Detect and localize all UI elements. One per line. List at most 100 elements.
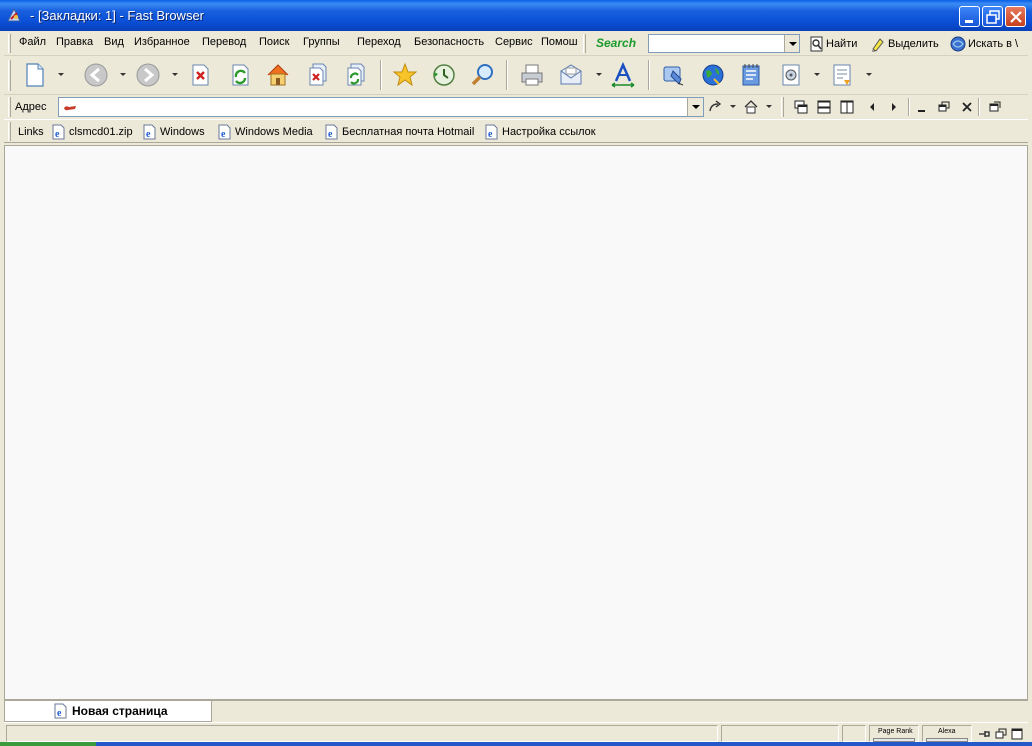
- search-in-label: Искать в \: [968, 38, 1019, 50]
- menu-go[interactable]: Переход: [357, 36, 401, 48]
- search-input[interactable]: [648, 34, 800, 53]
- refresh-icon: [232, 64, 249, 86]
- minimize-button[interactable]: [959, 6, 980, 27]
- page-properties-dropdown[interactable]: [866, 73, 872, 76]
- alexa-widget[interactable]: Alexa: [922, 725, 972, 742]
- search-in-button[interactable]: Искать в \: [950, 35, 1018, 53]
- ie-page-icon: e: [485, 124, 498, 140]
- new-page-dropdown[interactable]: [58, 73, 64, 76]
- link-label: Windows Media: [235, 126, 313, 138]
- menu-tools[interactable]: Сервис: [495, 36, 533, 48]
- go-arrow-icon[interactable]: [707, 99, 723, 115]
- links-bar-grip[interactable]: [8, 122, 11, 141]
- page-properties-button[interactable]: [829, 61, 857, 89]
- print-button[interactable]: [518, 61, 546, 89]
- link-label: clsmcd01.zip: [69, 126, 133, 138]
- address-home-icon[interactable]: [743, 99, 759, 115]
- tile-windows-icon[interactable]: [994, 727, 1008, 741]
- pin-icon[interactable]: [977, 727, 991, 741]
- title-bar[interactable]: - [Закладки: 1] - Fast Browser: [0, 0, 1032, 31]
- link-item[interactable]: e Windows Media: [217, 124, 313, 140]
- go-dropdown[interactable]: [730, 105, 736, 108]
- page-rank-widget[interactable]: Page Rank: [869, 725, 919, 742]
- svg-text:e: e: [57, 708, 62, 719]
- link-item[interactable]: e Настройка ссылок: [484, 124, 596, 140]
- tab-minimize-icon[interactable]: [914, 99, 930, 115]
- address-label: Адрес: [15, 101, 47, 113]
- menu-groups[interactable]: Группы: [303, 36, 340, 48]
- address-home-dropdown[interactable]: [766, 105, 772, 108]
- menu-security[interactable]: Безопасность: [414, 36, 484, 48]
- link-label: Бесплатная почта Hotmail: [342, 126, 475, 138]
- menu-file[interactable]: Файл: [19, 36, 46, 48]
- toolbar-grip[interactable]: [8, 34, 11, 53]
- next-tab-icon[interactable]: [886, 99, 902, 115]
- tile-horizontal-icon[interactable]: [816, 99, 832, 115]
- address-separator: [908, 98, 910, 116]
- cascade-windows-icon[interactable]: [793, 99, 809, 115]
- menu-view[interactable]: Вид: [104, 36, 124, 48]
- menu-favorites[interactable]: Избранное: [134, 36, 190, 48]
- menu-translate[interactable]: Перевод: [202, 36, 246, 48]
- search-logo: Search: [596, 36, 637, 50]
- highlight-label: Выделить: [888, 38, 939, 50]
- history-button[interactable]: [430, 61, 458, 89]
- address-dropdown-button[interactable]: [687, 98, 703, 116]
- highlight-button[interactable]: Выделить: [870, 35, 939, 53]
- previous-tab-icon[interactable]: [864, 99, 880, 115]
- close-button[interactable]: [1005, 6, 1026, 27]
- refresh-all-button[interactable]: [342, 61, 370, 89]
- link-item[interactable]: e Бесплатная почта Hotmail: [324, 124, 474, 140]
- main-toolbar-grip[interactable]: [8, 60, 11, 91]
- mail-dropdown[interactable]: [596, 73, 602, 76]
- tools-button[interactable]: [659, 61, 687, 89]
- search-dropdown-button[interactable]: [784, 35, 799, 52]
- media-button[interactable]: [778, 61, 806, 89]
- back-dropdown[interactable]: [120, 73, 126, 76]
- tab-new-page[interactable]: e Новая страница: [4, 701, 212, 722]
- menu-edit[interactable]: Правка: [56, 36, 93, 48]
- new-page-button[interactable]: [21, 61, 49, 89]
- find-button[interactable]: Найти: [810, 35, 857, 53]
- refresh-button[interactable]: [226, 61, 254, 89]
- address-input[interactable]: [58, 97, 704, 117]
- forward-dropdown[interactable]: [172, 73, 178, 76]
- fullscreen-icon[interactable]: [987, 99, 1003, 115]
- window-controls-grip[interactable]: [781, 97, 784, 117]
- page-content-area[interactable]: [4, 145, 1028, 700]
- search-toolbar-grip[interactable]: [583, 34, 586, 53]
- browser-globe-button[interactable]: [699, 61, 727, 89]
- favorites-button[interactable]: [391, 61, 419, 89]
- svg-text:e: e: [55, 129, 60, 140]
- back-button[interactable]: [82, 61, 110, 89]
- menu-bar: Файл Правка Вид Избранное Перевод Поиск …: [4, 31, 1028, 56]
- restore-button[interactable]: [982, 6, 1003, 27]
- mail-button[interactable]: [557, 61, 585, 89]
- tile-vertical-icon[interactable]: [839, 99, 855, 115]
- font-size-button[interactable]: [609, 61, 637, 89]
- tab-close-icon[interactable]: [959, 99, 975, 115]
- media-dropdown[interactable]: [814, 73, 820, 76]
- tab-restore-icon[interactable]: [936, 99, 952, 115]
- forward-button[interactable]: [134, 61, 162, 89]
- status-panel: [721, 725, 839, 742]
- menu-search[interactable]: Поиск: [259, 36, 289, 48]
- home-button[interactable]: [264, 61, 292, 89]
- stop-all-button[interactable]: [304, 61, 332, 89]
- link-item[interactable]: e clsmcd01.zip: [51, 124, 133, 140]
- address-bar-grip[interactable]: [8, 97, 11, 117]
- stop-button[interactable]: [186, 61, 214, 89]
- link-label: Windows: [160, 126, 205, 138]
- page-favicon-icon: [64, 106, 76, 111]
- link-item[interactable]: e Windows: [142, 124, 205, 140]
- ie-page-icon: e: [218, 124, 231, 140]
- maximize-icon[interactable]: [1010, 727, 1024, 741]
- menu-help[interactable]: Помош: [541, 36, 577, 48]
- printer-icon: [521, 64, 543, 86]
- page-properties-icon: [833, 64, 851, 86]
- notes-button[interactable]: [738, 61, 766, 89]
- search-toolbar-button[interactable]: [469, 61, 497, 89]
- magnifier-icon: [471, 64, 493, 86]
- status-text-panel: [6, 725, 718, 742]
- close-icon: [1010, 11, 1022, 23]
